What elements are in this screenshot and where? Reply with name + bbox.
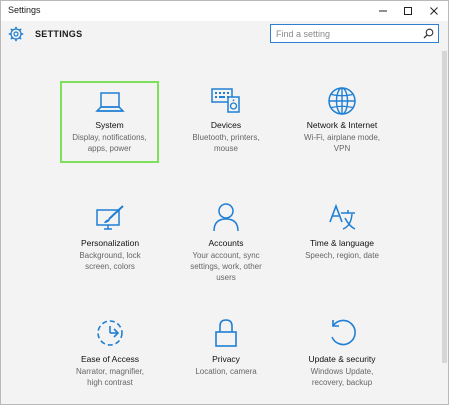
tile-description: Location, camera — [195, 367, 257, 376]
settings-header: SETTINGS — [1, 21, 448, 51]
minimize-icon — [379, 10, 387, 12]
tile-time-language[interactable]: Time & language Speech, region, date — [292, 201, 392, 261]
tile-description: Speech, region, date — [305, 251, 379, 260]
tile-title: Privacy — [212, 354, 240, 364]
window-title: Settings — [8, 5, 41, 15]
devices-icon — [211, 88, 240, 113]
tile-ease-of-access[interactable]: Ease of Access Narrator, magnifier, high… — [60, 317, 160, 388]
close-button[interactable] — [420, 1, 448, 21]
tile-network[interactable]: Network & Internet Wi-Fi, airplane mode,… — [292, 83, 392, 154]
tile-title: Personalization — [80, 238, 140, 248]
tile-title: Accounts — [208, 238, 244, 248]
tile-title: Time & language — [310, 238, 374, 248]
maximize-button[interactable] — [394, 1, 422, 21]
search-box[interactable] — [270, 24, 439, 43]
page-title: SETTINGS — [35, 29, 83, 39]
gear-icon — [8, 26, 24, 42]
tile-description: Your account, sync settings, work, other… — [190, 251, 262, 282]
tile-title: Devices — [210, 120, 242, 130]
globe-icon — [328, 87, 356, 115]
tile-description: Background, lock screen, colors — [79, 251, 141, 271]
minimize-button[interactable] — [369, 1, 397, 21]
tile-title: Update & security — [308, 354, 376, 364]
tile-description: Narrator, magnifier, high contrast — [75, 367, 145, 387]
tile-privacy[interactable]: Privacy Location, camera — [176, 317, 276, 377]
ease-of-access-icon — [97, 320, 123, 346]
tile-description: Display, notifications, apps, power — [72, 133, 147, 153]
tile-title: Ease of Access — [80, 354, 140, 364]
tile-description: Bluetooth, printers, mouse — [192, 133, 260, 153]
title-bar: Settings — [1, 1, 448, 21]
paint-icon — [96, 205, 124, 230]
tile-description: Windows Update, recovery, backup — [310, 367, 374, 387]
laptop-icon — [94, 92, 125, 112]
maximize-icon — [404, 7, 412, 15]
lock-icon — [215, 319, 237, 347]
tile-title: System — [95, 120, 124, 130]
person-icon — [213, 203, 239, 232]
refresh-icon — [331, 319, 356, 346]
tile-personalization[interactable]: Personalization Background, lock screen,… — [60, 201, 160, 272]
tile-title: Network & Internet — [306, 120, 378, 130]
tile-update-security[interactable]: Update & security Windows Update, recove… — [292, 317, 392, 388]
search-icon[interactable] — [423, 28, 434, 39]
time-language-icon — [329, 203, 356, 230]
tile-accounts[interactable]: Accounts Your account, sync settings, wo… — [176, 201, 276, 283]
close-icon — [430, 7, 438, 15]
tile-devices[interactable]: Devices Bluetooth, printers, mouse — [176, 83, 276, 154]
search-input[interactable] — [276, 26, 416, 41]
tile-system[interactable]: System Display, notifications, apps, pow… — [60, 81, 159, 163]
settings-window: Settings SETTINGS Find a setting System … — [0, 0, 449, 405]
tile-description: Wi-Fi, airplane mode, VPN — [303, 133, 381, 153]
scrollbar[interactable] — [442, 51, 447, 363]
